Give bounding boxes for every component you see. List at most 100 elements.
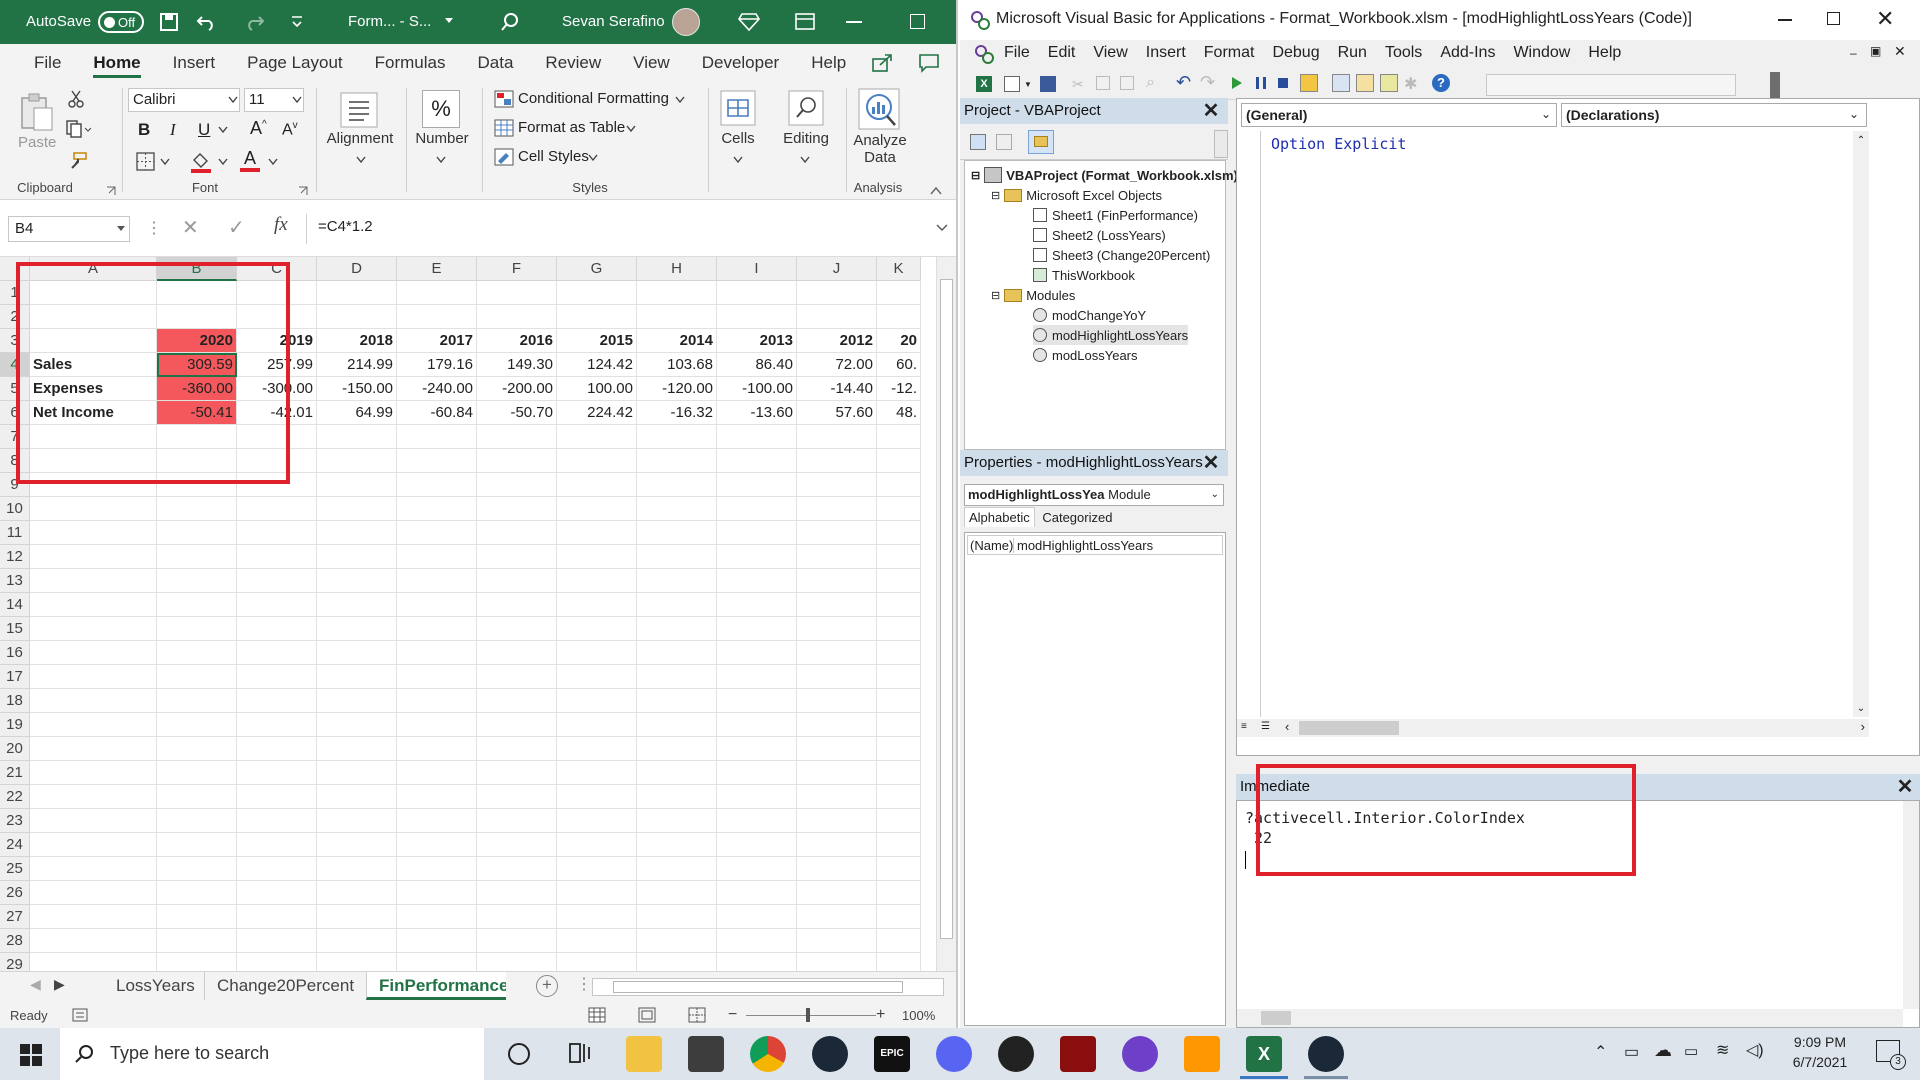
cell[interactable]: [157, 449, 237, 473]
cell[interactable]: [877, 809, 921, 833]
cell[interactable]: [397, 617, 477, 641]
cell[interactable]: [557, 497, 637, 521]
immediate-horizontal-scrollbar[interactable]: [1237, 1009, 1903, 1027]
ribbon-display-icon[interactable]: [795, 13, 815, 31]
cell[interactable]: [237, 473, 317, 497]
cell[interactable]: [637, 881, 717, 905]
help-icon[interactable]: ?: [1432, 74, 1450, 92]
cell[interactable]: [717, 665, 797, 689]
sheet-tab-change20percent[interactable]: Change20Percent: [204, 972, 366, 1000]
save-icon[interactable]: [160, 13, 178, 31]
cell[interactable]: [397, 929, 477, 953]
cell[interactable]: [877, 545, 921, 569]
view-object-icon[interactable]: [996, 134, 1012, 150]
cell[interactable]: [157, 305, 237, 329]
cell[interactable]: 20: [877, 329, 921, 353]
cell[interactable]: [397, 953, 477, 971]
fill-color-icon[interactable]: [190, 150, 212, 174]
cell[interactable]: [237, 545, 317, 569]
cell[interactable]: 214.99: [317, 353, 397, 377]
cell[interactable]: [30, 569, 157, 593]
cell[interactable]: [30, 857, 157, 881]
cell[interactable]: [237, 305, 317, 329]
cell[interactable]: [30, 425, 157, 449]
cell[interactable]: [157, 953, 237, 971]
cell[interactable]: [797, 641, 877, 665]
conditional-formatting-icon[interactable]: [494, 90, 514, 108]
worksheet-grid[interactable]: A B C D E F G H I J K 1 2 3 2020 2019 2018 2017 2016 2015 20…: [0, 257, 956, 971]
cell[interactable]: [877, 761, 921, 785]
column-header[interactable]: J: [797, 257, 877, 281]
tab-home[interactable]: Home: [77, 44, 156, 82]
cell[interactable]: [237, 737, 317, 761]
cell[interactable]: [477, 473, 557, 497]
tab-view[interactable]: View: [617, 44, 686, 82]
redo-icon[interactable]: [245, 13, 265, 31]
next-sheet-icon[interactable]: ▶: [54, 976, 65, 993]
immediate-vertical-scrollbar[interactable]: [1903, 801, 1919, 1009]
cell[interactable]: [237, 785, 317, 809]
analyze-data-icon[interactable]: [858, 88, 900, 130]
cell[interactable]: [877, 929, 921, 953]
cell[interactable]: [717, 425, 797, 449]
dialog-launcher-icon[interactable]: [298, 186, 308, 196]
cell[interactable]: [157, 857, 237, 881]
row-header[interactable]: 26: [0, 881, 30, 905]
cell[interactable]: [797, 953, 877, 971]
cell[interactable]: [397, 305, 477, 329]
cell[interactable]: [477, 521, 557, 545]
menu-insert[interactable]: Insert: [1146, 44, 1186, 62]
cell[interactable]: [317, 905, 397, 929]
comments-icon[interactable]: [918, 53, 940, 73]
more-options-icon[interactable]: ⋮: [146, 218, 162, 238]
underline-icon[interactable]: U: [198, 120, 210, 140]
cell[interactable]: 2017: [397, 329, 477, 353]
cell[interactable]: [637, 545, 717, 569]
cell[interactable]: [557, 305, 637, 329]
cell[interactable]: [397, 593, 477, 617]
cell[interactable]: [557, 953, 637, 971]
cell[interactable]: -120.00: [637, 377, 717, 401]
menu-tools[interactable]: Tools: [1385, 44, 1422, 62]
column-header[interactable]: D: [317, 257, 397, 281]
cell[interactable]: -42.01: [237, 401, 317, 425]
cell[interactable]: [317, 521, 397, 545]
cell[interactable]: 309.59: [157, 353, 237, 377]
chrome-icon[interactable]: [750, 1036, 786, 1072]
cell[interactable]: 86.40: [717, 353, 797, 377]
cell[interactable]: [477, 857, 557, 881]
discord-icon[interactable]: [936, 1036, 972, 1072]
cell[interactable]: [717, 545, 797, 569]
cell[interactable]: [797, 497, 877, 521]
minimize-icon[interactable]: [1778, 19, 1792, 21]
cell[interactable]: -360.00: [157, 377, 237, 401]
cell[interactable]: [397, 665, 477, 689]
cell[interactable]: 179.16: [397, 353, 477, 377]
sheet-tab-lossyears[interactable]: LossYears: [104, 972, 207, 1000]
cell[interactable]: [30, 953, 157, 971]
share-icon[interactable]: [872, 53, 894, 73]
view-excel-icon[interactable]: X: [976, 76, 992, 92]
conditional-formatting-button[interactable]: Conditional Formatting: [518, 90, 669, 107]
cell[interactable]: [797, 689, 877, 713]
zoom-slider-thumb[interactable]: [806, 1008, 810, 1022]
normal-view-icon[interactable]: [588, 1007, 606, 1023]
cell[interactable]: [797, 857, 877, 881]
steam-icon[interactable]: [812, 1036, 848, 1072]
column-header[interactable]: B: [157, 257, 237, 281]
cell[interactable]: [717, 809, 797, 833]
redo-icon[interactable]: ↷: [1200, 72, 1215, 93]
row-header[interactable]: 28: [0, 929, 30, 953]
cell[interactable]: [30, 929, 157, 953]
cell[interactable]: [157, 425, 237, 449]
row-header[interactable]: 20: [0, 737, 30, 761]
page-break-view-icon[interactable]: [688, 1007, 706, 1023]
file-explorer-icon[interactable]: [626, 1036, 662, 1072]
row-header[interactable]: 3: [0, 329, 30, 353]
cell[interactable]: [317, 665, 397, 689]
tab-alphabetic[interactable]: Alphabetic: [964, 507, 1035, 527]
cut-icon[interactable]: ✂: [1072, 76, 1086, 92]
battery-icon[interactable]: ▭: [1684, 1042, 1698, 1060]
cell[interactable]: [397, 545, 477, 569]
cell[interactable]: [157, 929, 237, 953]
